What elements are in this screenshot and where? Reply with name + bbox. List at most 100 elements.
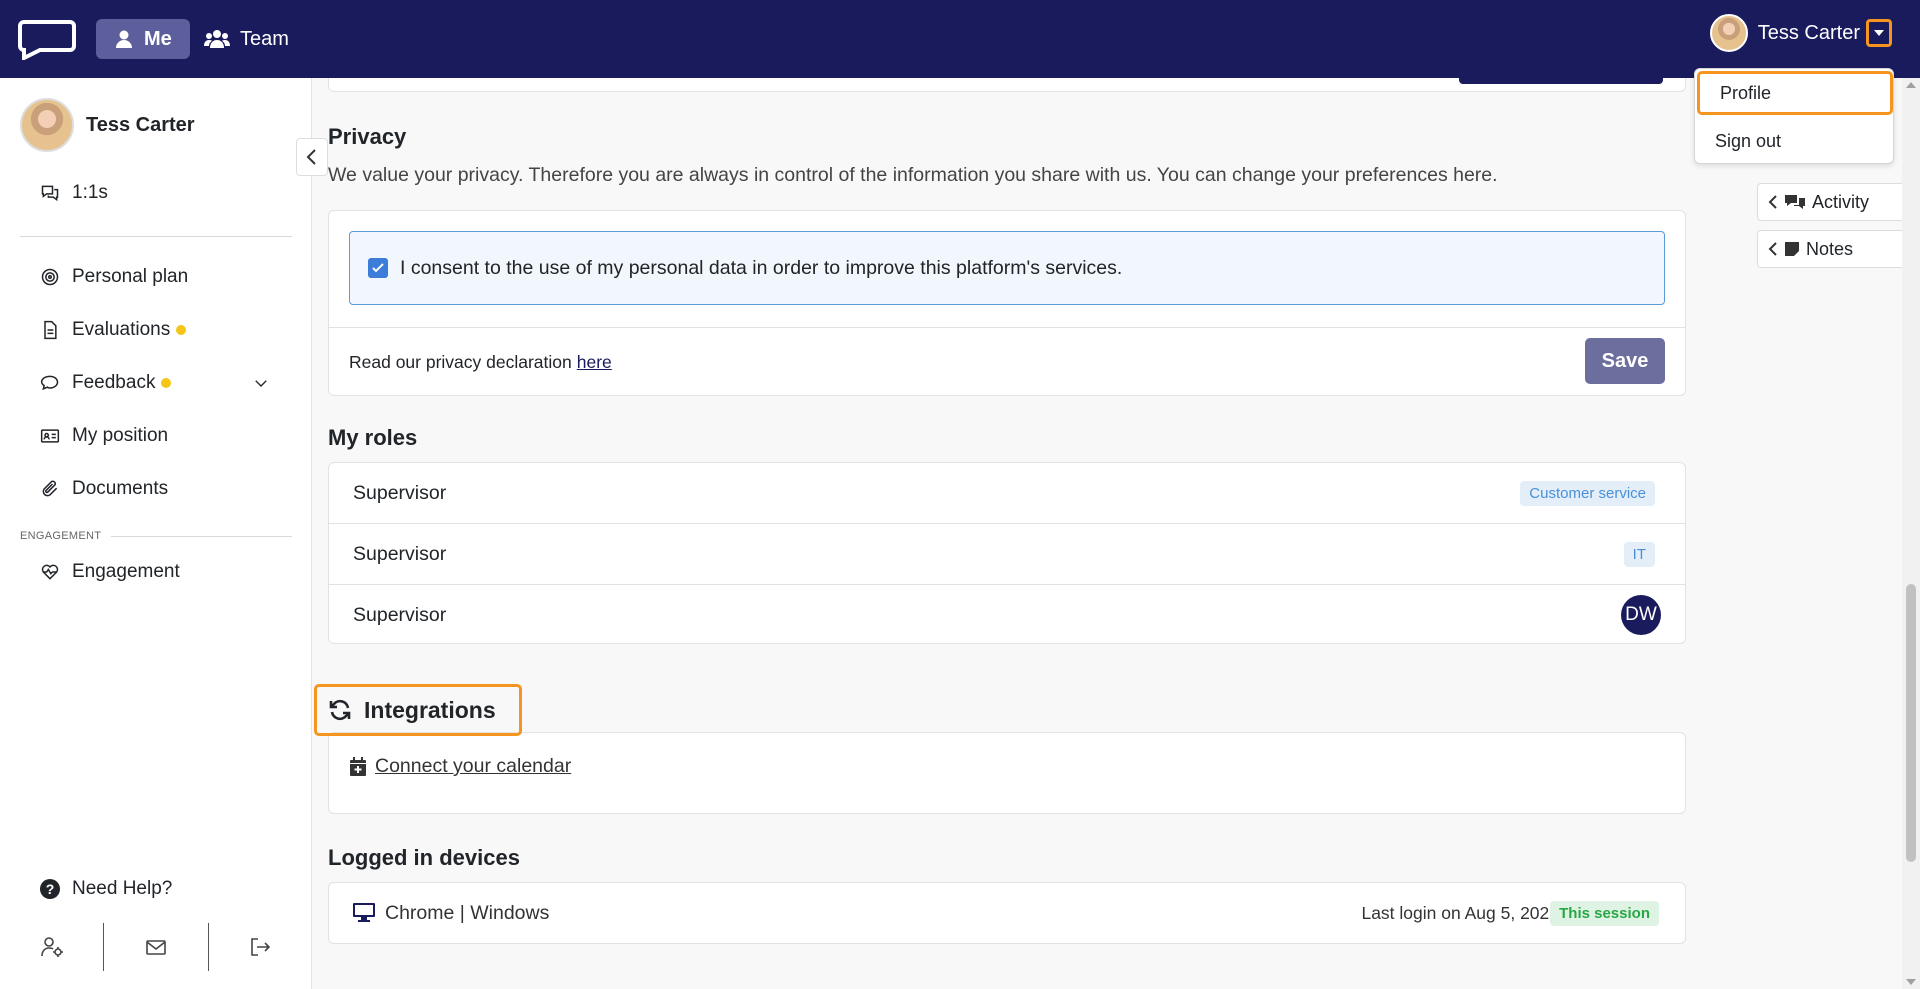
messages-button[interactable] [104,923,209,971]
user-menu-toggle-button[interactable] [1866,19,1892,47]
chevron-left-icon [1768,242,1777,256]
scroll-down-icon[interactable] [1906,979,1916,985]
sidebar-item-1on1s[interactable]: 1:1s [40,182,108,204]
consent-checkbox[interactable] [368,258,388,278]
user-menu-name[interactable]: Tess Carter [1758,22,1860,45]
sidebar-item-evaluations[interactable]: Evaluations [40,319,187,341]
sidebar-item-label: Evaluations [72,319,171,340]
users-icon [204,30,230,48]
need-help-label: Need Help? [72,878,173,899]
table-row: Chrome | Windows Last login on Aug 5, 20… [329,883,1685,943]
avatar[interactable]: DW [1621,595,1661,635]
role-name: Supervisor [353,481,447,504]
comments-icon [1785,195,1805,209]
sidebar-item-documents[interactable]: Documents [40,478,168,500]
sidebar-section-label: ENGAGEMENT [20,530,102,542]
devices-card: Chrome | Windows Last login on Aug 5, 20… [328,882,1686,944]
sidebar: Tess Carter 1:1s Personal plan Evaluatio… [0,78,312,989]
integrations-label: Integrations [364,696,496,723]
right-rail-label: Activity [1812,191,1870,212]
sign-out-icon [251,938,271,956]
user-settings-button[interactable] [0,923,105,971]
notification-dot [161,378,172,388]
sticky-note-icon [1785,242,1799,256]
role-tag: IT [1623,541,1655,567]
previous-card-edge [328,78,1686,92]
sidebar-item-label: 1:1s [72,182,108,203]
avatar[interactable] [20,98,74,152]
scroll-thumb[interactable] [1906,584,1916,862]
user-menu[interactable]: Tess Carter [1709,14,1892,52]
scroll-up-icon[interactable] [1906,82,1916,88]
chevron-down-icon[interactable] [252,374,270,392]
connect-calendar-label[interactable]: Connect your calendar [375,755,571,778]
avatar[interactable] [1709,14,1748,52]
roles-card: Supervisor Customer service Supervisor I… [328,462,1686,644]
chevron-left-icon [306,149,316,165]
nav-me-button[interactable]: Me [96,19,190,59]
sidebar-section-engagement: ENGAGEMENT [20,530,292,542]
sidebar-item-label: Documents [72,478,169,499]
document-icon [44,320,57,340]
sidebar-user[interactable]: Tess Carter [20,98,195,152]
app-logo-icon[interactable] [18,18,78,60]
right-rail-tab-notes[interactable]: Notes [1757,230,1907,268]
user-gear-icon [40,937,63,957]
sidebar-item-feedback[interactable]: Feedback [40,372,272,394]
right-rail-tab-activity[interactable]: Activity [1757,183,1907,221]
nav-team-label: Team [240,27,289,50]
dropdown-item-sign-out[interactable]: Sign out [1695,119,1895,163]
id-card-icon [40,429,60,443]
role-name: Supervisor [353,603,447,626]
integrations-card: Connect your calendar [328,732,1686,814]
paperclip-icon [42,480,58,497]
right-rail-label: Notes [1806,238,1854,259]
notification-dot [176,325,187,335]
sidebar-collapse-button[interactable] [296,138,328,176]
chevron-left-icon [1768,195,1777,209]
last-login-text: Last login on Aug 5, 2026 [1361,902,1559,923]
user-dropdown-menu: Profile Sign out [1694,68,1894,164]
privacy-declaration-text: Read our privacy declaration [349,352,572,372]
user-icon [116,30,132,48]
heartbeat-icon [41,564,59,580]
sidebar-item-personal-plan[interactable]: Personal plan [40,266,188,288]
sidebar-item-label: My position [72,425,169,446]
device-name: Chrome | Windows [385,901,550,924]
privacy-description: We value your privacy. Therefore you are… [328,164,1498,186]
desktop-icon [353,903,375,922]
privacy-footer: Read our privacy declaration here Save [329,327,1685,397]
sidebar-item-my-position[interactable]: My position [40,425,168,447]
privacy-declaration-link[interactable]: here [577,352,612,373]
main-content: Privacy We value your privacy. Therefore… [312,78,1702,989]
consent-checkbox-row[interactable]: I consent to the use of my personal data… [349,231,1665,305]
my-roles-title: My roles [328,425,418,450]
page-scrollbar[interactable] [1902,78,1920,989]
save-button[interactable]: Save [1585,338,1665,384]
envelope-icon [146,940,166,955]
sidebar-user-name[interactable]: Tess Carter [86,114,195,137]
sidebar-item-label: Engagement [72,561,180,582]
dropdown-item-profile[interactable]: Profile [1697,71,1893,115]
role-name: Supervisor [353,542,447,565]
check-icon [372,263,384,273]
connect-calendar-link[interactable]: Connect your calendar [349,755,571,778]
logged-in-devices-title: Logged in devices [328,845,520,870]
nav-team-button[interactable]: Team [186,19,307,59]
privacy-card: I consent to the use of my personal data… [328,210,1686,396]
target-icon [41,268,59,286]
previous-card-button-edge[interactable] [1459,78,1663,84]
question-circle-icon: ? [40,879,60,899]
consent-label: I consent to the use of my personal data… [400,256,1123,279]
sidebar-item-label: Personal plan [72,266,189,287]
table-row: Supervisor IT [329,524,1685,585]
status-badge: This session [1550,900,1659,926]
sidebar-item-engagement[interactable]: Engagement [40,561,180,583]
speech-bubble-icon [40,375,59,391]
caret-down-icon [1874,30,1884,36]
need-help-link[interactable]: ? Need Help? [40,878,172,900]
table-row: Supervisor DW [329,585,1685,645]
privacy-title: Privacy [328,124,407,149]
sidebar-item-label: Feedback [72,372,156,393]
logout-button[interactable] [209,923,312,971]
